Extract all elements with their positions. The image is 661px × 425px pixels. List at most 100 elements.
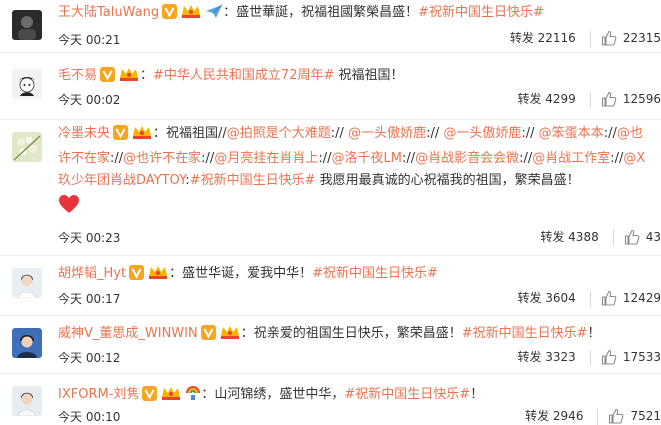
comment-text: :// (330, 126, 349, 141)
repost-button[interactable]: 转发 2946 (525, 407, 583, 424)
mention-link[interactable]: @一头傲娇鹿 (348, 126, 426, 141)
avatar[interactable] (12, 69, 42, 99)
like-button[interactable]: 12596 (601, 91, 661, 107)
comment-text: :// (426, 126, 444, 141)
topic-link[interactable]: #中华人民共和国成立72周年# (153, 68, 334, 83)
comment-text-line: IXFORM-刘隽 ：山河锦绣，盛世中华，#祝新中国生日快乐#！ (58, 385, 653, 407)
comment-text: ：祝福祖国// (153, 126, 227, 141)
divider (589, 290, 591, 307)
comment-item: IXFORM-刘隽 ：山河锦绣，盛世中华，#祝新中国生日快乐#！ 今天 00:10… (0, 374, 661, 425)
comment-body: ：盛世华诞，爱我中华！#祝新中国生日快乐# (169, 266, 438, 281)
comment-text: ！ (470, 387, 484, 402)
comment-actions: 转发 4299 12596 (517, 90, 661, 108)
mention-link[interactable]: @洛千夜LM (331, 151, 401, 166)
comment-body: ：盛世華誕，祝福祖國繁榮昌盛！#祝新中国生日快乐# (223, 5, 544, 20)
comment-actions: 转发 3323 17533 (517, 348, 661, 366)
repost-button[interactable]: 转发 4299 (517, 90, 575, 107)
comment-text-block: 冷墨未央 ：祝福祖国//@拍照是个大难题:// @一头傲娇鹿:// @一头傲娇鹿:… (58, 123, 652, 222)
like-button[interactable]: 12429 (601, 290, 661, 306)
divider (589, 30, 591, 47)
like-count: 12429 (622, 291, 661, 305)
comment-item: 毛不易 ：#中华人民共和国成立72周年# 祝福祖国！ 今天 00:02 转发 42… (0, 53, 661, 119)
comment-text: :// (110, 151, 124, 166)
timestamp: 今天 00:17 (58, 292, 121, 306)
repost-button[interactable]: 转发 3323 (517, 348, 575, 365)
comment-text: :// (401, 151, 416, 166)
comment-actions: 转发 2946 7521 (525, 407, 661, 425)
comment-text: :// (610, 151, 624, 166)
topic-link[interactable]: #祝新中国生日快乐# (418, 5, 544, 20)
rainbow-medal-icon (185, 385, 201, 407)
thumbs-up-icon (609, 408, 624, 424)
like-button[interactable]: 22315 (601, 30, 661, 46)
topic-link[interactable]: #祝新中国生日快乐# (190, 173, 316, 188)
avatar[interactable] (12, 386, 42, 416)
avatar[interactable] (12, 268, 42, 298)
divider (597, 408, 599, 425)
like-button[interactable]: 7521 (608, 408, 661, 424)
vip-crown-icon (118, 66, 140, 88)
comment-text: ： (140, 68, 154, 83)
comment-text-line: 毛不易 ：#中华人民共和国成立72周年# 祝福祖国！ (58, 66, 653, 88)
timestamp: 今天 00:12 (58, 351, 121, 365)
avatar[interactable] (12, 132, 42, 162)
like-count: 12596 (622, 92, 661, 106)
username-link[interactable]: 胡烨韬_Hyt (58, 266, 126, 281)
topic-link[interactable]: #祝新中国生日快乐# (312, 266, 438, 281)
comment-item: 王大陆TaluWang ：盛世華誕，祝福祖國繁榮昌盛！#祝新中国生日快乐# 今天 … (0, 0, 661, 50)
avatar[interactable] (12, 328, 42, 358)
topic-link[interactable]: #祝新中国生日快乐# (462, 326, 588, 341)
comment-text-line: 王大陆TaluWang ：盛世華誕，祝福祖國繁榮昌盛！#祝新中国生日快乐# (58, 3, 653, 25)
comment-text: 盛世華誕，祝福祖國繁榮昌盛！ (236, 5, 419, 20)
like-count: 7521 (630, 409, 661, 423)
like-count: 43 (645, 230, 661, 244)
mention-link[interactable]: @肖战影音会会微 (415, 151, 519, 166)
like-button[interactable]: 43 (624, 229, 661, 245)
username-link[interactable]: 王大陆TaluWang (58, 5, 159, 20)
comment-actions: 转发 4388 43 (540, 228, 661, 246)
repost-button[interactable]: 转发 22116 (510, 29, 576, 46)
verified-v-icon (200, 325, 216, 346)
vip-crown-icon (160, 385, 182, 407)
comment-text-line: 胡烨韬_Hyt ：盛世华诞，爱我中华！#祝新中国生日快乐# (58, 264, 653, 286)
repost-button[interactable]: 转发 3604 (517, 289, 575, 306)
like-button[interactable]: 17533 (601, 349, 661, 365)
thumbs-up-icon (601, 290, 617, 306)
verified-v-icon (129, 265, 145, 286)
like-count: 17533 (622, 350, 661, 364)
vip-crown-icon (219, 324, 241, 346)
comment-text: 我愿用最真诚的心祝福我的祖国，繁荣昌盛！ (315, 173, 580, 188)
comment-text: :// (603, 126, 617, 141)
username-link[interactable]: 冷墨未央 (58, 126, 110, 141)
avatar[interactable] (12, 10, 42, 40)
mention-link[interactable]: @笨蛋本本 (539, 126, 604, 141)
comment-text: :// (521, 126, 539, 141)
red-heart-icon (58, 194, 80, 222)
like-count: 22315 (622, 31, 661, 45)
vip-crown-icon (131, 124, 153, 148)
thumbs-up-icon (601, 349, 617, 365)
mention-link[interactable]: @肖战工作室 (532, 151, 610, 166)
comment-text: ：祝亲爱的祖国生日快乐，繁荣昌盛！ (240, 326, 462, 341)
divider (589, 349, 591, 366)
vip-crown-icon (147, 264, 169, 286)
username-link[interactable]: 威神V_董思成_WINWIN (58, 326, 198, 341)
comment-item: 胡烨韬_Hyt ：盛世华诞，爱我中华！#祝新中国生日快乐# 今天 00:17 转发… (0, 256, 661, 314)
comment-text: ： (223, 5, 237, 20)
comment-body: ：#中华人民共和国成立72周年# 祝福祖国！ (140, 68, 403, 83)
username-link[interactable]: IXFORM-刘隽 (58, 387, 139, 402)
mention-link[interactable]: @一头傲娇鹿 (443, 126, 521, 141)
mention-link[interactable]: @拍照是个大难题 (227, 126, 331, 141)
username-link[interactable]: 毛不易 (58, 68, 97, 83)
topic-link[interactable]: #祝新中国生日快乐# (344, 387, 470, 402)
comment-body: ：山河锦绣，盛世中华，#祝新中国生日快乐#！ (201, 387, 483, 402)
mention-link[interactable]: @也许不在家 (123, 151, 201, 166)
mention-link[interactable]: @月亮挂在肖肖上 (214, 151, 318, 166)
comment-item: 威神V_董思成_WINWIN ：祝亲爱的祖国生日快乐，繁荣昌盛！#祝新中国生日快乐… (0, 316, 661, 372)
comment-actions: 转发 3604 12429 (517, 289, 661, 307)
comment-item: 冷墨未央 ：祝福祖国//@拍照是个大难题:// @一头傲娇鹿:// @一头傲娇鹿:… (0, 120, 661, 255)
comment-feed: 王大陆TaluWang ：盛世華誕，祝福祖國繁榮昌盛！#祝新中国生日快乐# 今天 … (0, 0, 661, 425)
divider (589, 91, 591, 108)
repost-button[interactable]: 转发 4388 (540, 228, 598, 245)
verified-v-icon (162, 4, 178, 25)
